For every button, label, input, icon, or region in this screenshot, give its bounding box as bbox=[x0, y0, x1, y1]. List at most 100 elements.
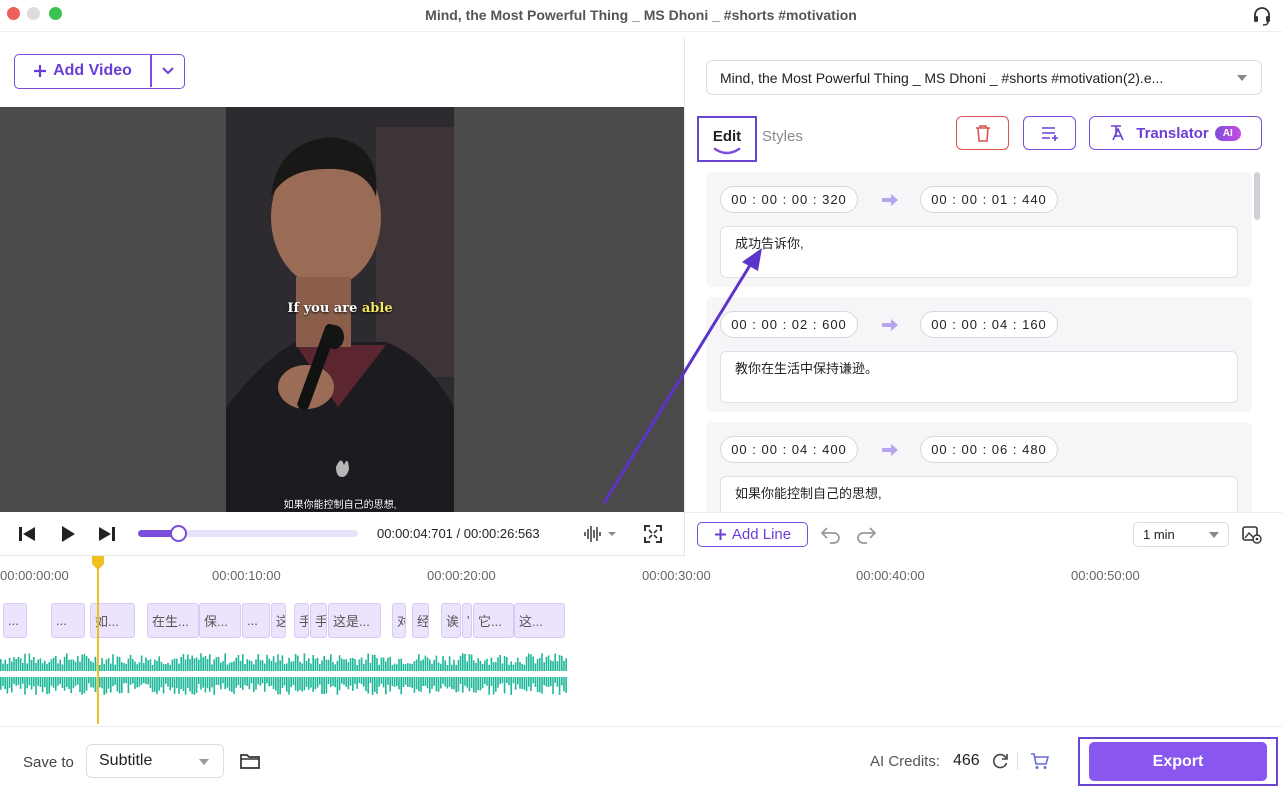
subtitle-segment[interactable]: 对 bbox=[392, 603, 406, 638]
waveform-bar bbox=[250, 677, 253, 684]
subtitle-segment[interactable]: 手 bbox=[294, 603, 309, 638]
waveform-bar bbox=[530, 677, 532, 691]
subtitle-segment[interactable]: 这 bbox=[271, 603, 286, 638]
waveform-bar bbox=[429, 677, 431, 694]
audio-waveform-toggle[interactable] bbox=[583, 524, 623, 544]
save-to-select[interactable]: Subtitle bbox=[86, 744, 224, 778]
waveform-bar bbox=[387, 657, 389, 671]
subtitle-file-select[interactable]: Mind, the Most Powerful Thing _ MS Dhoni… bbox=[706, 60, 1262, 95]
subtitle-segment[interactable]: 保... bbox=[199, 603, 241, 638]
waveform-bar bbox=[63, 677, 66, 691]
list-add-icon bbox=[1041, 127, 1058, 141]
timeline-tick: 00:00:20:00 bbox=[427, 568, 496, 583]
subtitle-segment[interactable]: 在生... bbox=[147, 603, 199, 638]
next-frame-button[interactable] bbox=[95, 522, 119, 546]
waveform-bar bbox=[264, 677, 266, 692]
waveform-bar bbox=[19, 677, 22, 689]
tab-edit[interactable]: Edit bbox=[697, 116, 757, 162]
translator-button[interactable]: Translator AI bbox=[1089, 116, 1262, 150]
start-time-field[interactable]: 00 : 00 : 04 : 400 bbox=[720, 436, 858, 463]
waveform-bar bbox=[90, 677, 92, 688]
refresh-icon[interactable] bbox=[991, 752, 1009, 770]
timeline[interactable]: 00:00:00:00 00:00:10:00 00:00:20:00 00:0… bbox=[0, 556, 1282, 726]
playhead-handle-icon[interactable] bbox=[91, 556, 105, 570]
undo-icon[interactable] bbox=[820, 524, 842, 544]
waveform-bar bbox=[140, 677, 143, 685]
waveform-bar bbox=[488, 677, 490, 695]
add-video-button[interactable]: Add Video bbox=[15, 55, 150, 87]
end-time-field[interactable]: 00 : 00 : 01 : 440 bbox=[920, 186, 1058, 213]
subtitle-segment[interactable]: 诶 bbox=[441, 603, 461, 638]
tab-edit-label: Edit bbox=[712, 128, 742, 145]
add-video-dropdown[interactable] bbox=[152, 55, 184, 87]
waveform-bar bbox=[343, 677, 345, 685]
fullscreen-icon[interactable] bbox=[643, 524, 663, 544]
delete-subtitle-button[interactable] bbox=[956, 116, 1009, 150]
waveform-bar bbox=[305, 660, 308, 671]
waveform-bar bbox=[191, 677, 193, 694]
waveform-bar bbox=[39, 677, 42, 687]
progress-handle[interactable] bbox=[169, 525, 187, 542]
subtitle-list-scrollbar[interactable] bbox=[1254, 172, 1260, 220]
trash-icon bbox=[975, 125, 990, 142]
start-time-field[interactable]: 00 : 00 : 00 : 320 bbox=[720, 186, 858, 213]
waveform-bar bbox=[319, 663, 321, 671]
waveform-bar bbox=[415, 677, 418, 690]
waveform-bar bbox=[470, 677, 473, 688]
tab-styles[interactable]: Styles bbox=[762, 128, 803, 145]
waveform-bar bbox=[198, 677, 200, 684]
insert-line-button[interactable] bbox=[1023, 116, 1076, 150]
subtitle-text-field[interactable]: 如果你能控制自己的思想, bbox=[720, 476, 1238, 512]
subtitle-segment[interactable]: ... bbox=[51, 603, 85, 638]
export-button[interactable]: Export bbox=[1089, 742, 1267, 781]
waveform-bar bbox=[457, 659, 460, 671]
subtitle-segment[interactable]: ... bbox=[242, 603, 270, 638]
waveform-bar bbox=[114, 677, 116, 685]
subtitle-text-field[interactable]: 教你在生活中保持谦逊。 bbox=[720, 351, 1238, 403]
waveform-bar bbox=[191, 655, 193, 671]
subtitle-segment[interactable]: 它... bbox=[473, 603, 514, 638]
waveform-bar bbox=[187, 654, 189, 671]
subtitle-segment[interactable]: ' bbox=[462, 603, 472, 638]
image-settings-icon[interactable] bbox=[1242, 524, 1262, 544]
add-line-button[interactable]: Add Line bbox=[697, 522, 808, 547]
start-time-field[interactable]: 00 : 00 : 02 : 600 bbox=[720, 311, 858, 338]
waveform-bar bbox=[79, 677, 81, 693]
folder-icon[interactable] bbox=[239, 751, 261, 771]
waveform-bar bbox=[466, 677, 468, 688]
waveform-bar bbox=[28, 653, 31, 671]
timeline-zoom-select[interactable]: 1 min bbox=[1133, 522, 1229, 547]
cart-icon[interactable] bbox=[1030, 752, 1050, 770]
plus-icon bbox=[714, 529, 726, 540]
subtitle-segment[interactable]: 手 bbox=[310, 603, 327, 638]
subtitle-segment[interactable]: 这是... bbox=[328, 603, 381, 638]
waveform-bar bbox=[294, 677, 297, 691]
waveform-bar bbox=[189, 659, 191, 671]
waveform-bar bbox=[239, 677, 242, 689]
waveform-bar bbox=[532, 677, 534, 684]
play-button[interactable] bbox=[56, 522, 80, 546]
video-preview[interactable]: If you are able 如果你能控制自己的思想, bbox=[0, 107, 684, 512]
waveform-bar bbox=[558, 677, 561, 695]
waveform-bar bbox=[277, 677, 279, 695]
waveform-bar bbox=[235, 677, 237, 688]
redo-icon[interactable] bbox=[855, 524, 877, 544]
playback-progress-slider[interactable] bbox=[138, 525, 358, 542]
waveform-bar bbox=[389, 677, 391, 692]
waveform-bar bbox=[396, 664, 398, 671]
subtitle-text-field[interactable]: 成功告诉你, bbox=[720, 226, 1238, 278]
subtitle-segment[interactable]: 这... bbox=[514, 603, 565, 638]
previous-frame-button[interactable] bbox=[15, 522, 39, 546]
subtitle-segment[interactable]: ... bbox=[3, 603, 27, 638]
subtitle-segment[interactable]: 经 bbox=[412, 603, 429, 638]
end-time-field[interactable]: 00 : 00 : 04 : 160 bbox=[920, 311, 1058, 338]
headset-support-icon[interactable] bbox=[1252, 6, 1272, 26]
end-time-field[interactable]: 00 : 00 : 06 : 480 bbox=[920, 436, 1058, 463]
waveform-bar bbox=[184, 677, 187, 695]
waveform-bar bbox=[327, 659, 330, 671]
subtitle-card: 00 : 00 : 04 : 400 00 : 00 : 06 : 480 如果… bbox=[706, 422, 1252, 512]
waveform-bar bbox=[431, 663, 433, 671]
playhead[interactable] bbox=[97, 556, 99, 724]
waveform-bar bbox=[451, 664, 453, 671]
waveform-bar bbox=[189, 677, 191, 692]
